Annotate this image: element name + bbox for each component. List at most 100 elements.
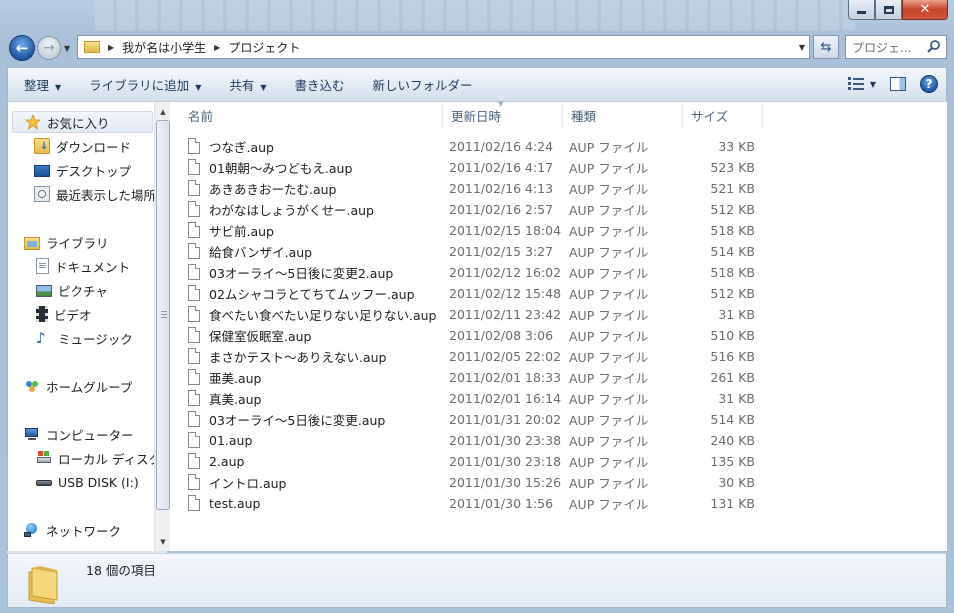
file-row[interactable]: test.aup 2011/01/30 1:56 AUP ファイル 131 KB <box>188 493 788 514</box>
refresh-button[interactable]: ⇆ <box>813 35 839 59</box>
local-disk-icon <box>36 450 52 466</box>
organize-button[interactable]: 整理 ▼ <box>8 75 73 94</box>
file-size: 523 KB <box>710 160 755 175</box>
file-date: 2011/02/16 4:24 <box>449 139 554 154</box>
add-to-library-button[interactable]: ライブラリに追加 ▼ <box>73 75 213 94</box>
nav-computer-label: コンピューター <box>46 427 134 443</box>
scrollbar-thumb[interactable] <box>156 120 170 510</box>
file-row[interactable]: 亜美.aup 2011/02/01 18:33 AUP ファイル 261 KB <box>188 367 788 388</box>
file-icon <box>188 159 200 175</box>
column-header-name[interactable]: 名前 <box>180 102 443 128</box>
column-size-label: サイズ <box>691 108 729 124</box>
address-bar[interactable]: ▶ 我が名は小学生 ▶ プロジェクト ▼ <box>77 35 810 59</box>
file-row[interactable]: 01.aup 2011/01/30 23:38 AUP ファイル 240 KB <box>188 430 788 451</box>
share-button[interactable]: 共有 ▼ <box>213 75 278 94</box>
nav-item-desktop[interactable]: デスクトップ <box>34 159 131 181</box>
file-row[interactable]: 食べたい食べたい足りない足りない.aup 2011/02/11 23:42 AUP … <box>188 304 788 325</box>
file-row[interactable]: つなぎ.aup 2011/02/16 4:24 AUP ファイル 33 KB <box>188 136 788 157</box>
item-count: 18 個の項目 <box>86 563 156 578</box>
scroll-down-arrow[interactable]: ▼ <box>155 534 171 550</box>
burn-button[interactable]: 書き込む <box>279 75 357 94</box>
file-row[interactable]: あきあきおーたむ.aup 2011/02/16 4:13 AUP ファイル 521 K… <box>188 178 788 199</box>
file-type: AUP ファイル <box>569 203 649 218</box>
nav-item-recent-places[interactable]: 最近表示した場所 <box>34 183 156 205</box>
file-row[interactable]: 給食バンザイ.aup 2011/02/15 3:27 AUP ファイル 514 KB <box>188 241 788 262</box>
recent-places-icon <box>34 186 50 202</box>
forward-button[interactable]: → <box>37 36 61 60</box>
folder-icon <box>28 566 58 604</box>
file-row[interactable]: 02ムシャコラとてちてムッフー.aup 2011/02/12 15:48 AUP フ… <box>188 283 788 304</box>
file-row[interactable]: 01朝朝～みつどもえ.aup 2011/02/16 4:17 AUP ファイル 523… <box>188 157 788 178</box>
column-date-label: 更新日時 <box>451 108 502 124</box>
nav-network-label: ネットワーク <box>46 523 122 539</box>
file-row[interactable]: 03オーライ～5日後に変更.aup 2011/01/31 20:02 AUP ファイ… <box>188 409 788 430</box>
nav-item-downloads[interactable]: ↓ ダウンロード <box>34 135 131 157</box>
file-icon <box>188 390 200 406</box>
minimize-button[interactable] <box>848 0 875 20</box>
explorer-window: ✕ ← → ▼ ▶ 我が名は小学生 ▶ プロジェクト ▼ ⇆ プロジェ... 整… <box>0 0 954 613</box>
search-icon[interactable] <box>926 39 942 55</box>
file-type: AUP ファイル <box>569 392 649 407</box>
nav-libraries[interactable]: ライブラリ <box>24 231 109 253</box>
breadcrumb-current[interactable]: プロジェクト <box>228 39 300 56</box>
nav-item-local-disk[interactable]: ローカル ディスク <box>36 447 154 469</box>
file-row[interactable]: 真美.aup 2011/02/01 16:14 AUP ファイル 31 KB <box>188 388 788 409</box>
nav-network[interactable]: ネットワーク <box>24 519 121 541</box>
address-history-dropdown[interactable]: ▼ <box>799 43 805 52</box>
nav-item-pictures[interactable]: ピクチャ <box>36 279 108 301</box>
file-size: 31 KB <box>718 307 755 322</box>
file-date: 2011/01/30 23:18 <box>449 454 562 469</box>
column-header-size[interactable]: サイズ <box>683 102 763 128</box>
nav-item-label: ドキュメント <box>55 259 131 275</box>
file-date: 2011/02/16 4:13 <box>449 181 554 196</box>
arrow-left-icon: ← <box>15 39 29 57</box>
file-row[interactable]: 03オーライ～5日後に変更2.aup 2011/02/12 16:02 AUP ファ… <box>188 262 788 283</box>
file-size: 518 KB <box>710 265 755 280</box>
nav-item-videos[interactable]: ビデオ <box>36 303 92 325</box>
file-icon <box>188 369 200 385</box>
close-button[interactable]: ✕ <box>902 0 948 20</box>
nav-item-usb-disk[interactable]: USB DISK (I:) <box>36 471 139 493</box>
scroll-up-arrow[interactable]: ▲ <box>155 104 171 120</box>
search-input[interactable]: プロジェ... <box>845 35 947 59</box>
file-size: 514 KB <box>710 412 755 427</box>
recent-pages-dropdown[interactable]: ▼ <box>64 44 70 53</box>
nav-libraries-label: ライブラリ <box>46 235 109 251</box>
chevron-down-icon: ▼ <box>260 83 267 92</box>
file-size: 261 KB <box>710 370 755 385</box>
file-row[interactable]: サビ前.aup 2011/02/15 18:04 AUP ファイル 518 KB <box>188 220 788 241</box>
preview-pane-icon[interactable] <box>890 77 906 91</box>
homegroup-icon <box>26 381 38 392</box>
grip-icon <box>161 311 167 319</box>
maximize-button[interactable] <box>875 0 902 20</box>
star-icon <box>25 114 41 130</box>
help-icon[interactable]: ? <box>920 75 938 93</box>
details-pane: 18 個の項目 <box>7 553 947 608</box>
nav-item-label: ピクチャ <box>58 283 108 299</box>
change-view-icon[interactable] <box>847 77 864 90</box>
file-size: 510 KB <box>710 328 755 343</box>
nav-item-documents[interactable]: ドキュメント <box>36 255 130 277</box>
column-header-type[interactable]: 種類 <box>563 102 683 128</box>
chevron-right-icon[interactable]: ▶ <box>214 43 220 52</box>
chevron-down-icon[interactable]: ▼ <box>870 80 876 89</box>
file-row[interactable]: 保健室仮眠室.aup 2011/02/08 3:06 AUP ファイル 510 KB <box>188 325 788 346</box>
nav-item-label: ダウンロード <box>56 139 132 155</box>
nav-favorites[interactable]: お気に入り <box>12 111 153 133</box>
file-type: AUP ファイル <box>569 140 649 155</box>
nav-computer[interactable]: コンピューター <box>24 423 134 445</box>
file-row[interactable]: 2.aup 2011/01/30 23:18 AUP ファイル 135 KB <box>188 451 788 472</box>
breadcrumb-parent[interactable]: 我が名は小学生 <box>122 39 206 56</box>
back-button[interactable]: ← <box>9 35 35 61</box>
nav-homegroup[interactable]: ホームグループ <box>24 375 132 397</box>
file-row[interactable]: イントロ.aup 2011/01/30 15:26 AUP ファイル 30 KB <box>188 472 788 493</box>
file-size: 33 KB <box>718 139 755 154</box>
nav-item-music[interactable]: ♪ ミュージック <box>36 327 133 349</box>
new-folder-button[interactable]: 新しいフォルダー <box>357 75 485 94</box>
file-type: AUP ファイル <box>569 266 649 281</box>
chevron-right-icon[interactable]: ▶ <box>108 43 114 52</box>
file-row[interactable]: まさかテスト～ありえない.aup 2011/02/05 22:02 AUP ファイル… <box>188 346 788 367</box>
file-row[interactable]: わがなはしょうがくせー.aup 2011/02/16 2:57 AUP ファイル 51… <box>188 199 788 220</box>
navigation-scrollbar[interactable]: ▲ ▼ <box>154 102 171 551</box>
nav-item-label: ローカル ディスク <box>58 451 154 467</box>
